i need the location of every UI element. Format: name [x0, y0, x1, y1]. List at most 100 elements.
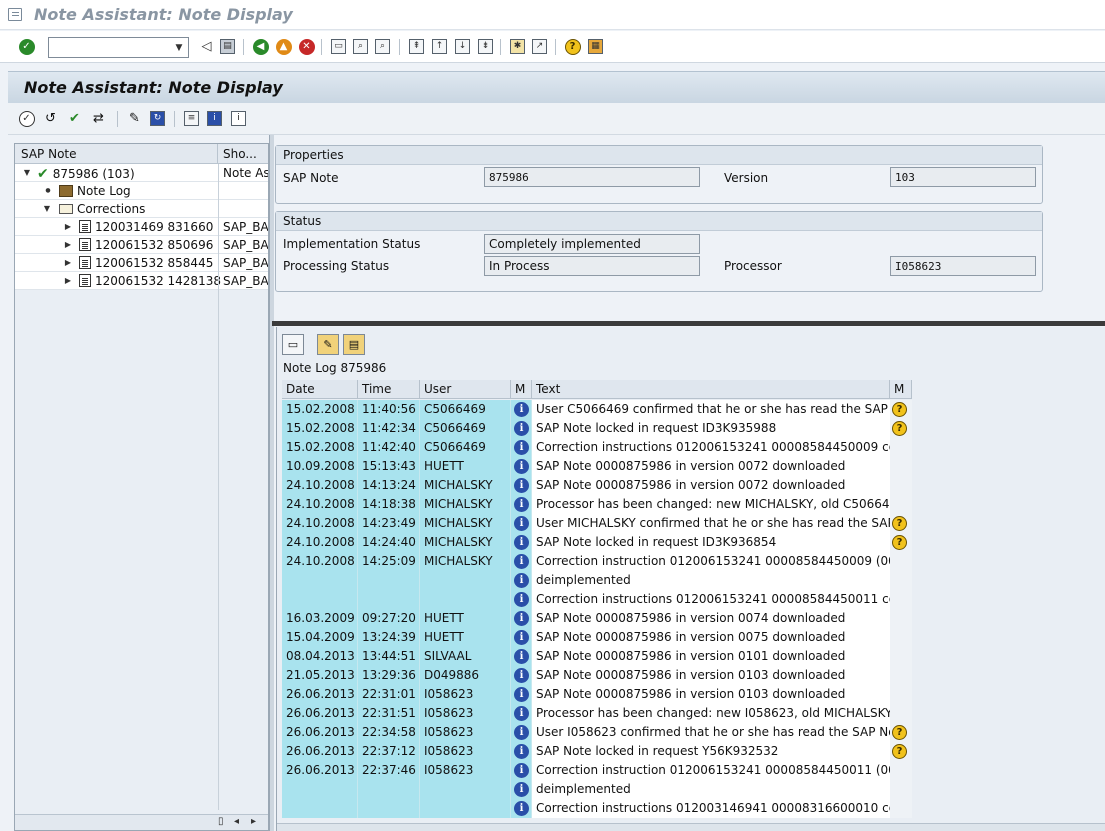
processor-field[interactable]: I058623: [890, 256, 1036, 276]
column-date[interactable]: Date: [282, 380, 358, 399]
table-row[interactable]: i deimplemented: [282, 571, 912, 590]
table-row[interactable]: 24.10.2008 14:23:49 MICHALSKY i User MICHALS…: [282, 514, 912, 533]
vertical-splitter[interactable]: [269, 135, 274, 831]
column-time[interactable]: Time: [358, 380, 420, 399]
implementation-status-field[interactable]: Completely implemented: [484, 234, 700, 254]
table-row[interactable]: 26.06.2013 22:37:46 I058623 i Correction ins…: [282, 761, 912, 780]
tree-node-corrections[interactable]: ▼ Corrections: [15, 200, 268, 218]
horizontal-splitter[interactable]: [272, 321, 1105, 326]
last-page-icon[interactable]: ⇟: [477, 38, 494, 55]
layout-menu-icon[interactable]: ▦: [587, 38, 604, 55]
tree-node-root[interactable]: ▼ ✔ 875986 (103) Note As: [15, 164, 268, 182]
enter-icon[interactable]: ✓: [18, 38, 35, 55]
table-row[interactable]: i Correction instructions 012003146941 00…: [282, 799, 912, 818]
next-page-icon[interactable]: ↓: [454, 38, 471, 55]
log-horizontal-scrollbar[interactable]: [277, 823, 1105, 831]
create-session-icon[interactable]: ✱: [509, 38, 526, 55]
reset-icon[interactable]: ↺: [42, 110, 59, 127]
table-row[interactable]: 24.10.2008 14:18:38 MICHALSKY i Processor ha…: [282, 495, 912, 514]
save-icon[interactable]: ▤: [219, 38, 236, 55]
save-icon[interactable]: ▤: [343, 334, 365, 355]
tree-column-short-text[interactable]: Sho...: [219, 144, 268, 164]
chevron-down-icon[interactable]: ▼: [42, 203, 52, 213]
processing-status-field[interactable]: In Process: [484, 256, 700, 276]
chevron-right-icon[interactable]: ▶: [63, 275, 73, 285]
tree-column-sap-note[interactable]: SAP Note: [15, 144, 218, 164]
scroll-handle-icon[interactable]: ▯: [218, 816, 224, 827]
chevron-down-icon[interactable]: ▼: [172, 40, 186, 55]
table-row[interactable]: 26.06.2013 22:37:12 I058623 i SAP Note locke…: [282, 742, 912, 761]
first-page-icon[interactable]: ⇞: [408, 38, 425, 55]
column-message-type[interactable]: M: [511, 380, 532, 399]
find-icon[interactable]: ⌕: [352, 38, 369, 55]
question-icon[interactable]: ?: [892, 402, 907, 417]
table-row[interactable]: i deimplemented: [282, 780, 912, 799]
question-icon[interactable]: ?: [892, 725, 907, 740]
table-row[interactable]: 24.10.2008 14:25:09 MICHALSKY i Correction i…: [282, 552, 912, 571]
collapse-triangle-icon[interactable]: ◁: [198, 38, 215, 55]
cell-text: Correction instructions 012006153241 000…: [532, 438, 890, 457]
column-user[interactable]: User: [420, 380, 511, 399]
version-field[interactable]: 103: [890, 167, 1036, 187]
details-icon[interactable]: i: [230, 110, 247, 127]
tree-node-note-log[interactable]: ● Note Log: [15, 182, 268, 200]
table-row[interactable]: 15.02.2008 11:42:40 C5066469 i Correction in…: [282, 438, 912, 457]
question-icon[interactable]: ?: [892, 516, 907, 531]
table-row[interactable]: i Correction instructions 012006153241 00…: [282, 590, 912, 609]
chevron-right-icon[interactable]: ▶: [63, 257, 73, 267]
table-row[interactable]: 10.09.2008 15:13:43 HUETT i SAP Note 0000875…: [282, 457, 912, 476]
cell-text: Processor has been changed: new I058623,…: [532, 704, 890, 723]
table-row[interactable]: 26.06.2013 22:31:01 I058623 i SAP Note 00008…: [282, 685, 912, 704]
table-row[interactable]: 15.04.2009 13:24:39 HUETT i SAP Note 0000875…: [282, 628, 912, 647]
table-row[interactable]: 15.02.2008 11:42:34 C5066469 i SAP Note lock…: [282, 419, 912, 438]
scroll-left-icon[interactable]: ◂: [234, 816, 239, 827]
info-icon: i: [514, 706, 529, 721]
sap-note-field[interactable]: 875986: [484, 167, 700, 187]
previous-page-icon[interactable]: ↑: [431, 38, 448, 55]
edit-icon[interactable]: ✎: [126, 110, 143, 127]
table-row[interactable]: 15.02.2008 11:40:56 C5066469 i User C5066469…: [282, 400, 912, 419]
tree-node-correction[interactable]: ▶ 120061532 858445 SAP_BA: [15, 254, 268, 272]
table-row[interactable]: 26.06.2013 22:31:51 I058623 i Processor has …: [282, 704, 912, 723]
cell-time: [358, 571, 420, 590]
scroll-right-icon[interactable]: ▸: [251, 816, 256, 827]
shortcut-icon[interactable]: ↗: [531, 38, 548, 55]
exit-icon[interactable]: ▲: [275, 38, 292, 55]
chevron-right-icon[interactable]: ▶: [63, 239, 73, 249]
transport-icon[interactable]: ⇄: [90, 110, 107, 127]
command-field[interactable]: ▼: [48, 37, 189, 58]
table-row[interactable]: 26.06.2013 22:34:58 I058623 i User I058623 c…: [282, 723, 912, 742]
table-row[interactable]: 16.03.2009 09:27:20 HUETT i SAP Note 0000875…: [282, 609, 912, 628]
back-icon[interactable]: ◀: [252, 38, 269, 55]
find-next-icon[interactable]: ⌕: [374, 38, 391, 55]
column-text[interactable]: Text: [532, 380, 890, 399]
refresh-icon[interactable]: ↻: [149, 110, 166, 127]
cell-time: 11:42:34: [358, 419, 420, 438]
column-marker[interactable]: M: [890, 380, 912, 399]
window-menu-icon[interactable]: [8, 8, 22, 21]
print-icon[interactable]: ▭: [282, 334, 304, 355]
edit-icon[interactable]: ✎: [317, 334, 339, 355]
tree-node-correction[interactable]: ▶ 120031469 831660 SAP_BA: [15, 218, 268, 236]
info-icon: i: [514, 459, 529, 474]
chevron-right-icon[interactable]: ▶: [63, 221, 73, 231]
question-icon[interactable]: ?: [892, 744, 907, 759]
table-row[interactable]: 24.10.2008 14:24:40 MICHALSKY i SAP Note loc…: [282, 533, 912, 552]
table-row[interactable]: 21.05.2013 13:29:36 D049886 i SAP Note 00008…: [282, 666, 912, 685]
confirm-icon[interactable]: ✔: [66, 110, 83, 127]
cancel-icon[interactable]: ✕: [298, 38, 315, 55]
tree-horizontal-scrollbar[interactable]: ▯ ◂ ▸: [15, 814, 268, 830]
table-row[interactable]: 24.10.2008 14:13:24 MICHALSKY i SAP Note 000…: [282, 476, 912, 495]
question-icon[interactable]: ?: [892, 535, 907, 550]
table-row[interactable]: 08.04.2013 13:44:51 SILVAAL i SAP Note 00008…: [282, 647, 912, 666]
tree-node-correction[interactable]: ▶ 120061532 850696 SAP_BA: [15, 236, 268, 254]
question-icon[interactable]: ?: [892, 421, 907, 436]
tree-node-correction[interactable]: ▶ 120061532 1428138 SAP_BA: [15, 272, 268, 290]
print-icon[interactable]: ▭: [330, 38, 347, 55]
list-icon[interactable]: ≡: [183, 110, 200, 127]
cell-user: [420, 571, 511, 590]
info-icon[interactable]: i: [206, 110, 223, 127]
help-icon[interactable]: ?: [564, 38, 581, 55]
chevron-down-icon[interactable]: ▼: [22, 167, 32, 177]
check-icon[interactable]: ✓: [18, 110, 35, 127]
